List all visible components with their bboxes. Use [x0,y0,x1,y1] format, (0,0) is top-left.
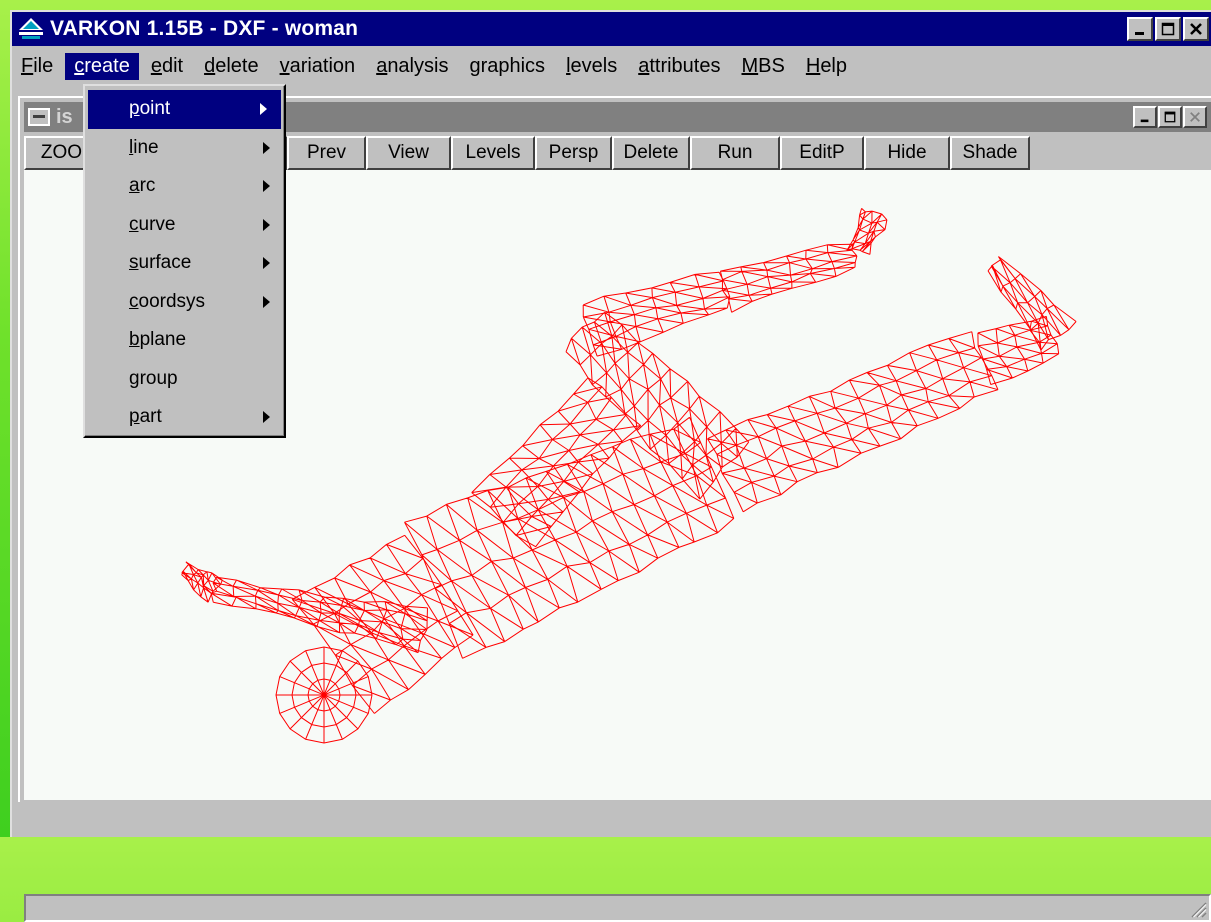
resize-grip-icon[interactable] [1187,898,1207,918]
create-menu-item-coordsys[interactable]: coordsys [85,283,284,322]
create-menu-item-group[interactable]: group [85,360,284,399]
submenu-arrow-icon [263,218,270,231]
main-titlebar[interactable]: VARKON 1.15B - DXF - woman [12,12,1211,46]
toolbar-button-hide[interactable]: Hide [864,136,950,170]
system-menu-icon[interactable] [28,108,50,126]
create-menu-item-point[interactable]: point [88,90,281,129]
minimize-icon [1135,32,1144,35]
minimize-icon [1140,119,1149,123]
child-minimize-button[interactable] [1133,106,1157,128]
window-title: VARKON 1.15B - DXF - woman [50,17,359,40]
create-menu-item-curve[interactable]: curve [85,206,284,245]
menu-item-label: part [129,406,162,428]
menu-attributes[interactable]: attributes [629,53,729,80]
toolbar-button-run[interactable]: Run [690,136,780,170]
create-menu-item-arc[interactable]: arc [85,167,284,206]
close-icon [1190,112,1200,122]
child-maximize-button[interactable] [1158,106,1182,128]
toolbar-button-shade[interactable]: Shade [950,136,1030,170]
submenu-arrow-icon [263,257,270,270]
submenu-arrow-icon [263,411,270,424]
create-menu-item-line[interactable]: line [85,129,284,168]
menu-item-label: arc [129,175,156,197]
menu-item-label: curve [129,213,176,235]
menu-edit[interactable]: edit [142,53,192,80]
create-menu-dropdown: point line arc curve surface coordsys bplane gr… [83,84,286,438]
submenu-arrow-icon [260,103,267,116]
toolbar-button-levels[interactable]: Levels [451,136,535,170]
varkon-logo-icon[interactable] [16,14,46,44]
maximize-button[interactable] [1155,17,1181,41]
menu-variation[interactable]: variation [271,53,365,80]
menu-levels[interactable]: levels [557,53,626,80]
graphics-window-title: is [56,105,73,128]
child-window-controls [1133,106,1207,128]
submenu-arrow-icon [263,180,270,193]
menu-item-label: line [129,136,159,158]
minimize-button[interactable] [1127,17,1153,41]
menu-analysis[interactable]: analysis [367,53,457,80]
create-menu-item-surface[interactable]: surface [85,244,284,283]
menubar: File create edit delete variation analysis gra… [12,48,1211,84]
maximize-icon [1161,22,1175,36]
menu-create[interactable]: create [65,52,139,80]
menu-mbs[interactable]: MBS [733,53,794,80]
toolbar-button-editp[interactable]: EditP [780,136,864,170]
menu-item-label: group [129,367,178,389]
toolbar-button-delete[interactable]: Delete [612,136,690,170]
menu-help[interactable]: Help [797,53,856,80]
menu-item-label: bplane [129,329,187,351]
close-icon [1190,23,1202,35]
menu-item-label: coordsys [129,290,206,312]
menu-item-label: surface [129,252,192,274]
menu-graphics[interactable]: graphics [460,53,554,80]
submenu-arrow-icon [263,295,270,308]
window-controls [1127,17,1209,41]
maximize-icon [1164,111,1176,123]
toolbar-button-persp[interactable]: Persp [535,136,612,170]
submenu-arrow-icon [263,141,270,154]
toolbar-button-view[interactable]: View [366,136,451,170]
menu-file[interactable]: File [12,53,62,80]
child-close-button[interactable] [1183,106,1207,128]
create-menu-item-part[interactable]: part [85,398,284,437]
menu-delete[interactable]: delete [195,53,268,80]
status-bar [24,894,1211,922]
close-button[interactable] [1183,17,1209,41]
create-menu-item-bplane[interactable]: bplane [85,321,284,360]
menu-item-label: point [129,98,171,120]
toolbar-button-prev[interactable]: Prev [287,136,366,170]
